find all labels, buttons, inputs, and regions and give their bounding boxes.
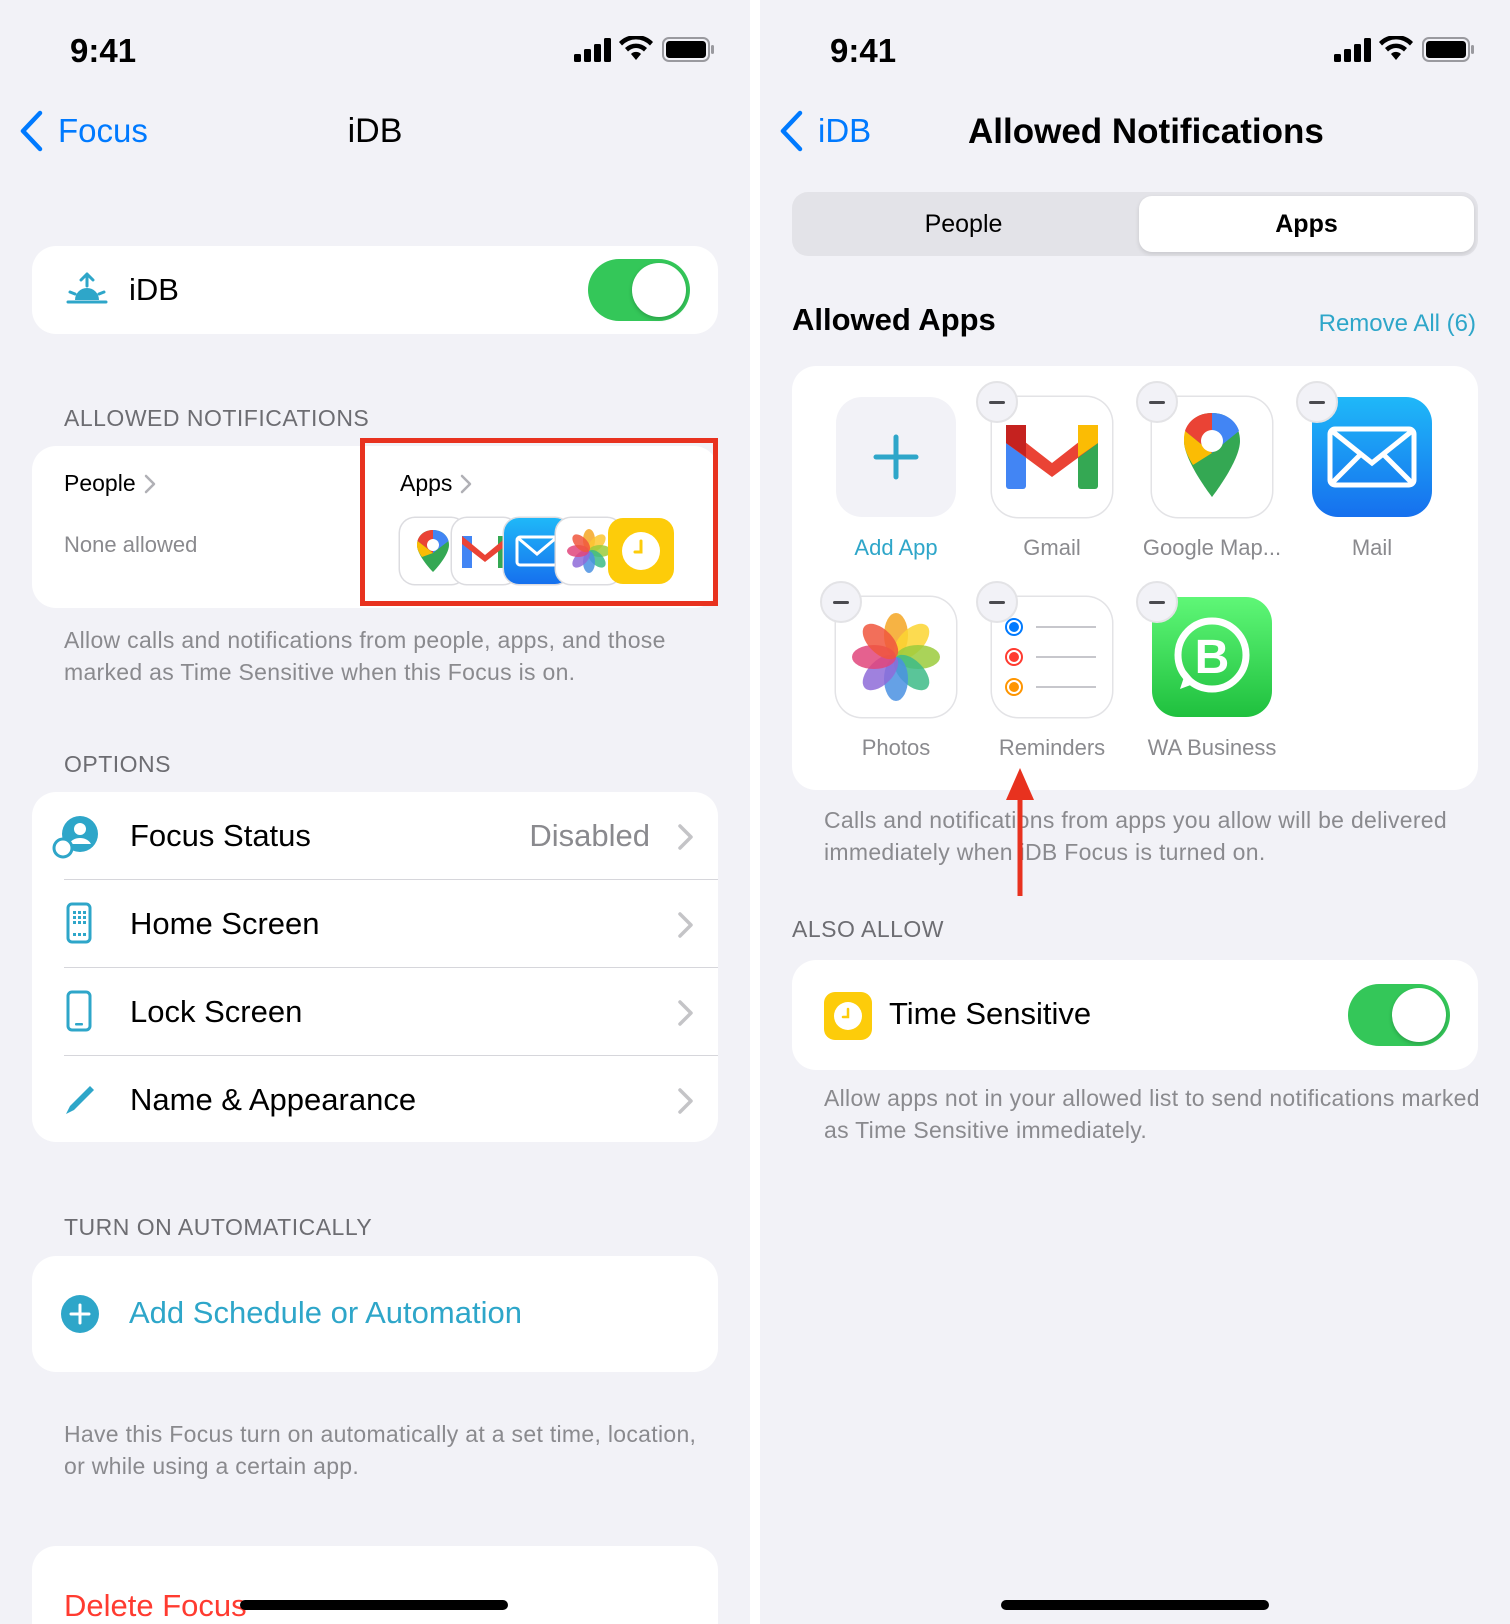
- lock-screen-icon: [66, 990, 92, 1032]
- annotation-arrow: [1006, 768, 1034, 896]
- screen-divider: [750, 0, 760, 1624]
- app-item-mail: Mail: [1296, 381, 1472, 567]
- back-label: iDB: [818, 112, 872, 149]
- chevron-right-icon: [678, 1088, 693, 1114]
- add-app-tile: [836, 397, 956, 517]
- delete-focus-label: Delete Focus: [64, 1588, 247, 1623]
- pencil-icon: [66, 1086, 94, 1114]
- app-item-wa-business: B WA Business: [1136, 581, 1312, 767]
- add-app-button[interactable]: Add App: [832, 397, 992, 567]
- app-name: Reminders: [998, 735, 1106, 760]
- allowed-apps-title: Allowed Apps: [792, 302, 996, 337]
- app-name: WA Business: [1147, 735, 1277, 760]
- focus-settings-screen: 9:41 Focus iDB iDB ALLOWED NOTIFICATIONS: [0, 0, 750, 1624]
- chevron-right-icon: [678, 912, 693, 938]
- apps-highlight-box: [360, 438, 718, 606]
- home-indicator: [1001, 1600, 1269, 1610]
- remove-app-button[interactable]: [1136, 381, 1178, 423]
- plus-icon: [873, 434, 919, 480]
- app-name: Photos: [861, 735, 931, 760]
- back-button[interactable]: iDB: [778, 110, 871, 152]
- people-value: None allowed: [64, 532, 198, 557]
- remove-app-button[interactable]: [820, 581, 862, 623]
- option-label: Name & Appearance: [130, 1082, 417, 1117]
- focus-name-label: iDB: [129, 272, 179, 307]
- app-name: Google Map...: [1142, 535, 1282, 560]
- time-sensitive-label: Time Sensitive: [889, 996, 1092, 1031]
- allowed-apps-card: Add App Gmail Google Map... Mail Photos …: [792, 366, 1478, 790]
- time-sensitive-footer: Allow apps not in your allowed list to s…: [824, 1085, 1480, 1143]
- time-sensitive-toggle[interactable]: [1348, 984, 1450, 1046]
- focus-status-row[interactable]: Focus Status Disabled: [32, 792, 718, 880]
- options-card: Focus Status Disabled Home Screen Lock S…: [32, 792, 718, 1142]
- home-screen-row[interactable]: Home Screen: [32, 880, 718, 968]
- segmented-control: People Apps: [792, 192, 1478, 256]
- remove-app-button[interactable]: [976, 381, 1018, 423]
- name-appearance-row[interactable]: Name & Appearance: [32, 1056, 718, 1142]
- wifi-icon: [1379, 36, 1413, 60]
- chevron-left-icon: [780, 110, 803, 152]
- automation-footer: Have this Focus turn on automatically at…: [64, 1421, 697, 1479]
- home-indicator: [240, 1600, 508, 1610]
- allowed-notifications-footer: Allow calls and notifications from peopl…: [64, 627, 666, 685]
- allowed-notifications-header: ALLOWED NOTIFICATIONS: [64, 405, 370, 431]
- remove-app-button[interactable]: [976, 581, 1018, 623]
- battery-icon: [662, 37, 714, 62]
- chevron-right-icon: [144, 474, 155, 493]
- app-name: Add App: [854, 535, 938, 560]
- add-schedule-label: Add Schedule or Automation: [129, 1295, 522, 1330]
- focus-status-icon: [52, 816, 98, 859]
- remove-app-button[interactable]: [1296, 381, 1338, 423]
- home-screen-icon: [66, 902, 92, 944]
- status-time: 9:41: [70, 32, 137, 69]
- time-sensitive-card: Time Sensitive: [792, 960, 1478, 1070]
- page-title: iDB: [347, 112, 403, 150]
- people-tile[interactable]: People None allowed: [64, 470, 364, 590]
- option-label: Lock Screen: [130, 994, 303, 1029]
- svg-text:B: B: [1195, 631, 1230, 684]
- segment-people[interactable]: People: [792, 192, 1135, 256]
- remove-app-button[interactable]: [1136, 581, 1178, 623]
- cellular-signal-icon: [1334, 38, 1371, 62]
- app-name: Gmail: [1023, 535, 1081, 560]
- focus-enabled-toggle[interactable]: [588, 259, 690, 321]
- focus-toggle-card: iDB: [32, 246, 718, 334]
- remove-all-button[interactable]: Remove All (6): [1319, 310, 1476, 338]
- allowed-notifications-screen: 9:41 iDB Allowed Notifications People Ap…: [760, 0, 1510, 1624]
- turn-on-automatically-header: TURN ON AUTOMATICALLY: [64, 1214, 373, 1240]
- allowed-apps-footer: Calls and notifications from apps you al…: [824, 807, 1447, 865]
- cellular-signal-icon: [574, 38, 611, 62]
- sunrise-icon: [66, 272, 108, 304]
- battery-icon: [1422, 37, 1474, 62]
- delete-focus-card[interactable]: Delete Focus: [32, 1546, 718, 1624]
- segment-apps[interactable]: Apps: [1139, 196, 1474, 252]
- add-schedule-card[interactable]: Add Schedule or Automation: [32, 1256, 718, 1372]
- people-label: People: [64, 470, 136, 496]
- focus-status-value: Disabled: [529, 818, 650, 853]
- also-allow-header: ALSO ALLOW: [792, 916, 945, 942]
- wifi-icon: [619, 36, 653, 60]
- app-item-google-maps: Google Map...: [1136, 381, 1312, 567]
- page-title: Allowed Notifications: [968, 112, 1324, 151]
- chevron-right-icon: [678, 824, 693, 850]
- chevron-right-icon: [678, 1000, 693, 1026]
- status-time: 9:41: [830, 32, 897, 69]
- plus-circle-icon: [61, 1295, 99, 1333]
- options-header: OPTIONS: [64, 751, 172, 777]
- time-sensitive-icon: [824, 992, 872, 1040]
- option-label: Focus Status: [130, 818, 311, 853]
- lock-screen-row[interactable]: Lock Screen: [32, 968, 718, 1056]
- app-item-reminders: Reminders: [976, 581, 1152, 767]
- app-name: Mail: [1351, 535, 1393, 560]
- app-item-gmail: Gmail: [976, 381, 1152, 567]
- option-label: Home Screen: [130, 906, 320, 941]
